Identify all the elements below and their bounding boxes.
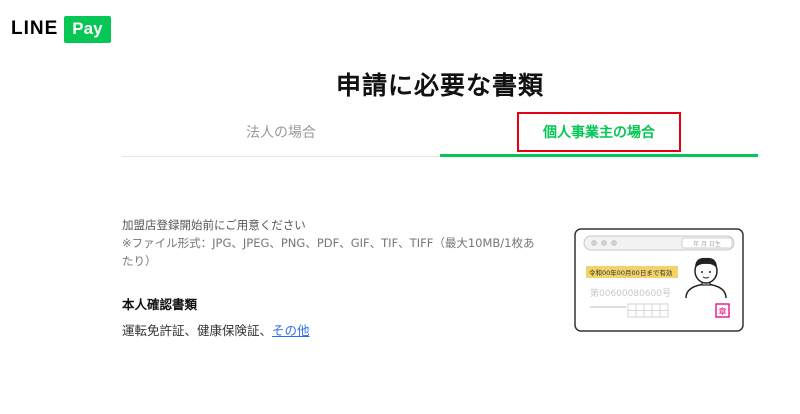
identity-docs-list: 運転免許証、健康保険証、その他 — [122, 320, 310, 339]
line-pay-logo[interactable]: LINE Pay — [11, 15, 111, 43]
info-lead-text: 加盟店登録開始前にご用意ください — [122, 218, 306, 232]
tab-corporation-label: 法人の場合 — [246, 125, 316, 141]
seal-stamp-icon: 章 — [719, 306, 727, 316]
page-title: 申請に必要な書類 — [335, 71, 544, 100]
validity-text: 令和00年00月00日まで有効 — [589, 268, 673, 277]
logo-line-text: LINE — [11, 18, 59, 39]
card-number-text: 第00600080600号 — [590, 287, 671, 299]
birth-date-box: 年 月 日生 — [693, 240, 721, 248]
document-tabs: 法人の場合 個人事業主の場合 — [122, 108, 758, 158]
id-card-illustration: 年 月 日生 令和00年00月00日まで有効 第00600080600号 章 — [574, 228, 744, 332]
active-tab-indicator — [440, 154, 758, 157]
identity-section-title: 本人確認書類 — [122, 297, 198, 312]
logo-pay-badge: Pay — [64, 15, 111, 43]
tab-corporation[interactable]: 法人の場合 — [122, 108, 440, 156]
tab-sole-proprietor-label: 個人事業主の場合 — [517, 112, 681, 152]
other-docs-link[interactable]: その他 — [272, 323, 310, 338]
identity-docs-text: 運転免許証、健康保険証、 — [122, 323, 273, 338]
info-file-format-text: ※ファイル形式：JPG、JPEG、PNG、PDF、GIF、TIF、TIFF（最大… — [122, 236, 535, 268]
tabs-divider — [122, 156, 440, 157]
tab-sole-proprietor[interactable]: 個人事業主の場合 — [440, 108, 758, 156]
document-info: 加盟店登録開始前にご用意ください ※ファイル形式：JPG、JPEG、PNG、PD… — [122, 216, 542, 270]
